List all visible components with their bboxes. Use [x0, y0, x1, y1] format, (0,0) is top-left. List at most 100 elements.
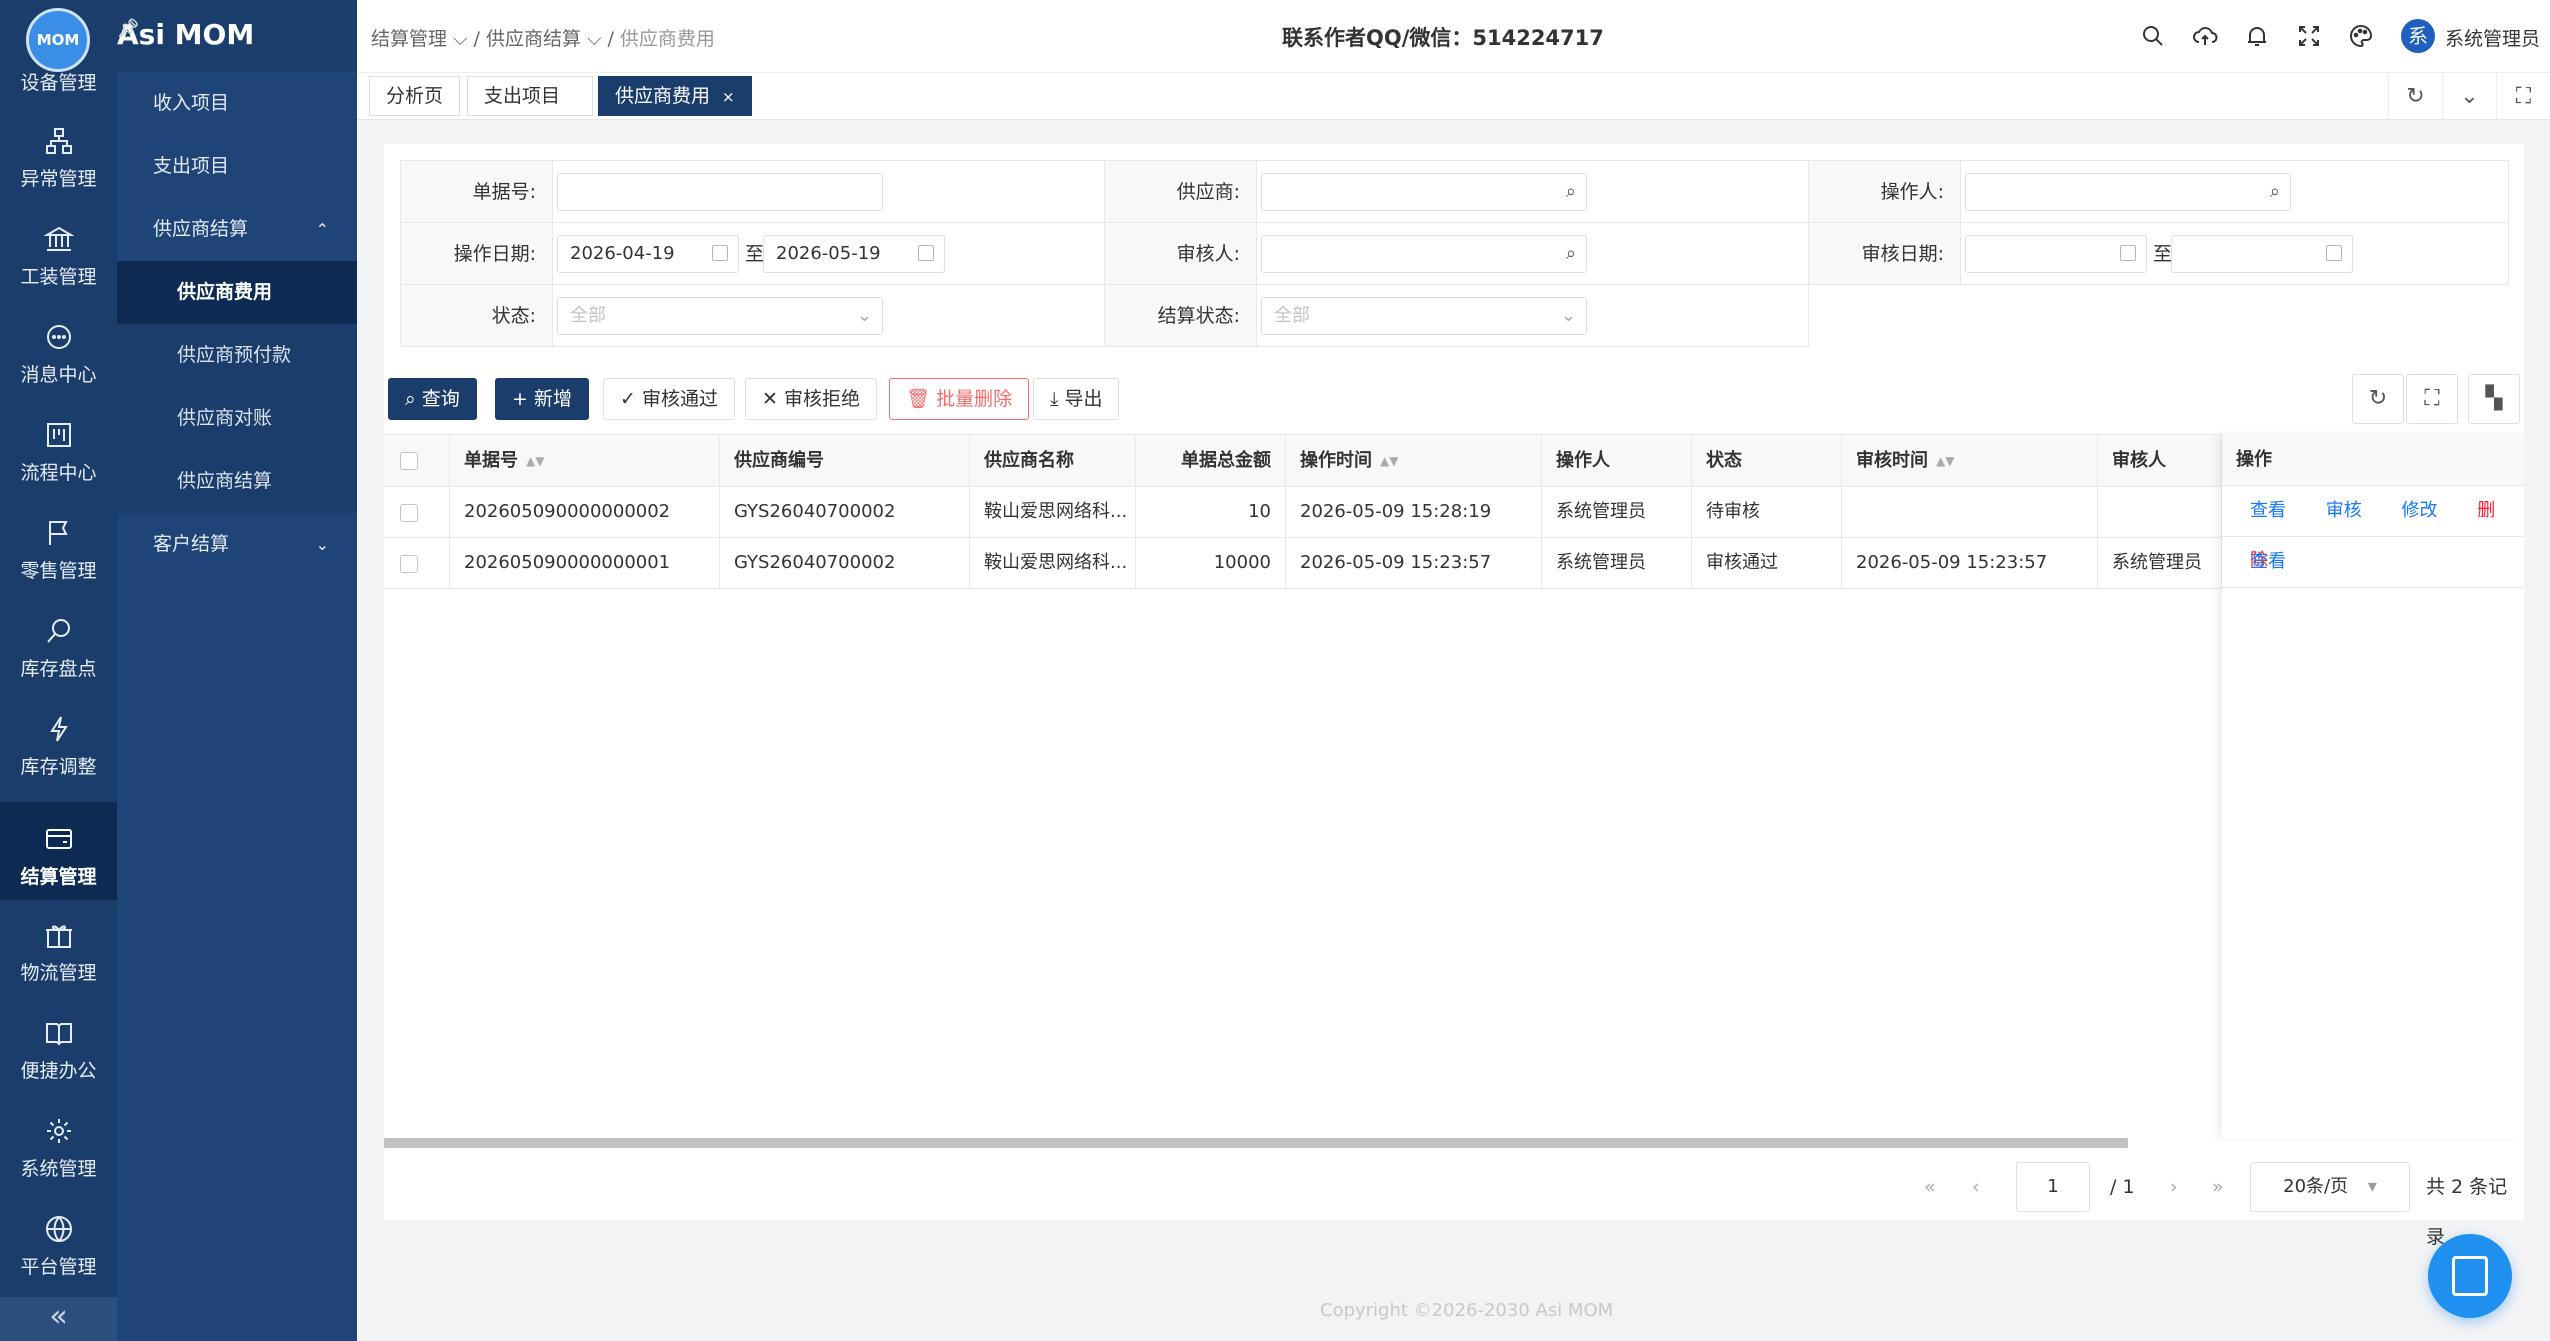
- supplier-input[interactable]: ⌕: [1261, 173, 1587, 211]
- view-link[interactable]: 查看: [2250, 500, 2286, 521]
- prev-page-icon[interactable]: ‹: [1972, 1162, 1980, 1212]
- pin-icon[interactable]: 📌︎: [117, 18, 343, 39]
- op-date-from-input[interactable]: 2026-04-19: [557, 235, 739, 273]
- breadcrumb-item[interactable]: 供应商结算: [486, 28, 581, 50]
- assistant-button[interactable]: [2428, 1234, 2512, 1318]
- status-select[interactable]: 全部 ⌄: [557, 297, 883, 335]
- last-page-icon[interactable]: »: [2212, 1162, 2224, 1212]
- fullscreen-icon[interactable]: [2295, 22, 2323, 50]
- col-supplier-name: 供应商名称: [970, 435, 1136, 486]
- sidebar-item-expense[interactable]: 支出项目: [117, 135, 357, 198]
- rail-item-logistics[interactable]: 物流管理: [0, 900, 117, 998]
- tab-supplier-fee[interactable]: 供应商费用 ×: [598, 76, 752, 116]
- brand-bar: Asi MOM 📌︎: [117, 0, 357, 72]
- doc-no-input[interactable]: [557, 173, 883, 211]
- calendar-icon: [712, 245, 728, 261]
- add-button[interactable]: + 新增: [495, 378, 589, 420]
- sort-icon[interactable]: ▲▼: [526, 435, 544, 486]
- robot-icon: [2452, 1256, 2488, 1296]
- sidebar-item-supplier-settle[interactable]: 供应商结算: [117, 450, 357, 513]
- trash-icon: 🗑︎: [906, 388, 937, 410]
- col-audit-time[interactable]: 审核时间 ▲▼: [1842, 435, 2098, 486]
- sidebar-item-income[interactable]: 收入项目: [117, 72, 357, 135]
- reject-button[interactable]: ✕ 审核拒绝: [745, 378, 877, 420]
- col-operator: 操作人: [1542, 435, 1692, 486]
- collapse-rail-button[interactable]: «: [0, 1297, 117, 1341]
- rail-item-settlement[interactable]: 结算管理: [0, 802, 117, 900]
- rail-item-exception[interactable]: 异常管理: [0, 106, 117, 204]
- search-icon[interactable]: [2139, 22, 2167, 50]
- query-button[interactable]: ⌕ 查询: [388, 378, 477, 420]
- rail-item-platform[interactable]: 平台管理: [0, 1194, 117, 1292]
- col-op-time[interactable]: 操作时间 ▲▼: [1286, 435, 1542, 486]
- maximize-icon[interactable]: ⛶: [2496, 73, 2550, 121]
- bell-icon[interactable]: [2243, 22, 2271, 50]
- page-size-select[interactable]: 20条/页 ▾: [2250, 1162, 2410, 1212]
- export-button[interactable]: ⤓ 导出: [1033, 378, 1120, 420]
- rail-item-stocktake[interactable]: 库存盘点: [0, 596, 117, 694]
- first-page-icon[interactable]: «: [1924, 1162, 1936, 1212]
- page-input[interactable]: 1: [2016, 1162, 2090, 1212]
- approve-button[interactable]: ✓ 审核通过: [603, 378, 735, 420]
- audit-link[interactable]: 审核: [2326, 500, 2362, 521]
- rail-item-office[interactable]: 便捷办公: [0, 998, 117, 1096]
- next-page-icon[interactable]: ›: [2170, 1162, 2178, 1212]
- rail-item-retail[interactable]: 零售管理: [0, 498, 117, 596]
- auditor-label: 审核人:: [1105, 223, 1257, 285]
- row-checkbox[interactable]: [400, 555, 418, 573]
- search-icon[interactable]: ⌕: [2270, 174, 2280, 210]
- rail-item-system[interactable]: 系统管理: [0, 1096, 117, 1194]
- cloud-upload-icon[interactable]: [2191, 22, 2219, 50]
- avatar[interactable]: 系: [2401, 19, 2435, 53]
- sidebar-item-supplier-prepay[interactable]: 供应商预付款: [117, 324, 357, 387]
- rail-item-stock-adjust[interactable]: 库存调整: [0, 694, 117, 792]
- search-icon[interactable]: ⌕: [1566, 174, 1576, 210]
- plus-icon: +: [512, 388, 534, 410]
- op-date-to-input[interactable]: 2026-05-19: [763, 235, 945, 273]
- select-all-checkbox[interactable]: [400, 452, 418, 470]
- audit-date-to-input[interactable]: [2171, 235, 2353, 273]
- settle-status-select[interactable]: 全部 ⌄: [1261, 297, 1587, 335]
- user-name[interactable]: 系统管理员: [2445, 24, 2540, 51]
- search-icon[interactable]: ⌕: [1566, 236, 1576, 272]
- view-link[interactable]: 查看: [2250, 551, 2286, 572]
- rail-item-tooling[interactable]: 工装管理: [0, 204, 117, 302]
- chevron-down-icon[interactable]: ⌄: [2442, 73, 2496, 121]
- calendar-icon: [918, 245, 934, 261]
- tab-expense[interactable]: 支出项目: [467, 76, 593, 116]
- batch-delete-button[interactable]: 🗑︎ 批量删除: [889, 378, 1030, 420]
- operator-input[interactable]: ⌕: [1965, 173, 2291, 211]
- tab-analysis[interactable]: 分析页: [369, 76, 461, 116]
- close-icon[interactable]: ×: [722, 88, 735, 106]
- refresh-icon[interactable]: ↻: [2352, 374, 2404, 424]
- sidebar-item-supplier-fee[interactable]: 供应商费用: [117, 261, 357, 324]
- doc-no-label: 单据号:: [401, 161, 553, 223]
- auditor-input[interactable]: ⌕: [1261, 235, 1587, 273]
- rail-item-message[interactable]: 消息中心: [0, 302, 117, 400]
- edit-link[interactable]: 修改: [2401, 500, 2437, 521]
- rail-item-process[interactable]: 流程中心: [0, 400, 117, 498]
- sort-icon[interactable]: ▲▼: [1936, 435, 1954, 486]
- breadcrumb-item[interactable]: 结算管理: [371, 28, 447, 50]
- bolt-icon: [49, 716, 68, 742]
- table-row[interactable]: 202605090000000001 GYS26040700002 鞍山爱思网络…: [384, 538, 2524, 589]
- horizontal-scrollbar[interactable]: [384, 1138, 2128, 1148]
- sidebar-item-supplier-reconcile[interactable]: 供应商对账: [117, 387, 357, 450]
- col-doc-no[interactable]: 单据号 ▲▼: [450, 435, 720, 486]
- gift-icon: [45, 925, 72, 948]
- sidebar-group-customer-settlement[interactable]: 客户结算 ⌄: [117, 513, 357, 576]
- rail-item-equipment[interactable]: 设备管理: [0, 62, 117, 106]
- table-row[interactable]: 202605090000000002 GYS26040700002 鞍山爱思网络…: [384, 487, 2524, 538]
- fullscreen-icon[interactable]: ⛶: [2406, 374, 2458, 424]
- row-checkbox[interactable]: [400, 504, 418, 522]
- palette-icon[interactable]: [2347, 22, 2375, 50]
- sort-icon[interactable]: ▲▼: [1380, 435, 1398, 486]
- audit-date-label: 审核日期:: [1809, 223, 1961, 285]
- refresh-tab-icon[interactable]: ↻: [2388, 73, 2442, 121]
- sidebar-group-supplier-settlement[interactable]: 供应商结算 ⌃: [117, 198, 357, 261]
- audit-date-from-input[interactable]: [1965, 235, 2147, 273]
- check-icon: ✓: [620, 388, 642, 410]
- actions-column: 操作 查看 审核 修改 删除 查看: [2222, 434, 2524, 1138]
- columns-icon[interactable]: ▚: [2468, 374, 2520, 424]
- table-header: 单据号 ▲▼ 供应商编号 供应商名称 单据总金额 操作时间 ▲▼ 操作人 状态 审核…: [384, 435, 2524, 487]
